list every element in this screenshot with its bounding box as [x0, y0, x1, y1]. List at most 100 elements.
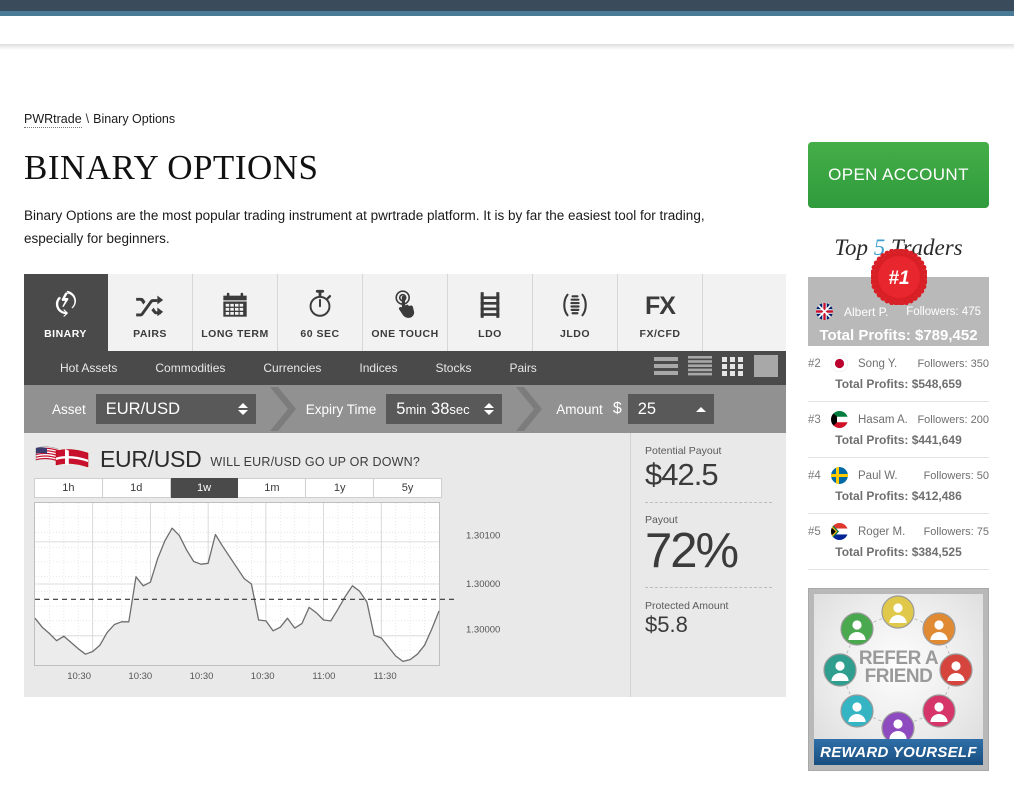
step-arrow-separator-2	[514, 385, 544, 433]
subnav-item-commodities[interactable]: Commodities	[155, 361, 225, 375]
tab-binary-label: BINARY	[44, 328, 87, 341]
header-shadow	[0, 44, 1014, 50]
trader-name-2: Song Y.	[858, 357, 898, 370]
subnav-item-stocks[interactable]: Stocks	[435, 361, 471, 375]
svg-text:1.30000: 1.30000	[466, 625, 500, 636]
chevron-updown-icon	[224, 403, 248, 416]
tab-fx-cfd[interactable]: FX FX/CFD	[618, 274, 703, 352]
svg-text:1.30100: 1.30100	[466, 531, 500, 542]
svg-text:10:30: 10:30	[128, 671, 152, 682]
tab-jldo[interactable]: JLDO	[533, 274, 618, 352]
pair-flags	[34, 445, 96, 471]
subnav-item-pairs[interactable]: Pairs	[509, 361, 536, 375]
range-1w[interactable]: 1w	[170, 478, 239, 499]
open-account-button[interactable]: OPEN ACCOUNT	[808, 142, 989, 208]
single-view-icon[interactable]	[754, 354, 778, 382]
us-flag-icon	[35, 446, 59, 462]
amount-control-group: Amount $ 25	[556, 394, 714, 425]
top-trader-name: Albert P.	[844, 304, 889, 319]
subnav-item-hot-assets[interactable]: Hot Assets	[60, 361, 117, 375]
trader-name-3: Hasam A.	[858, 413, 908, 426]
refer-banner-line2: FRIEND	[864, 666, 933, 688]
subnav-item-currencies[interactable]: Currencies	[263, 361, 321, 375]
tab-ldo[interactable]: LDO	[448, 274, 533, 352]
asset-select[interactable]: EUR/USD	[95, 394, 256, 425]
trader-rank-5: #5	[808, 525, 821, 538]
payout-divider-2	[645, 586, 772, 588]
payout-pct-value: 72%	[645, 524, 739, 579]
price-chart[interactable]: 1.30100 1.30000 1.30000 10:30 10:30 10:30 10:…	[34, 502, 630, 687]
trader-followers-5: Followers: 75	[923, 525, 989, 538]
kuwait-flag-icon	[831, 411, 848, 428]
list-large-view-icon[interactable]	[654, 356, 678, 381]
top-accent-bar-dark	[0, 0, 1014, 11]
range-1h[interactable]: 1h	[34, 478, 103, 499]
svg-text:10:30: 10:30	[67, 671, 91, 682]
sweden-flag-icon	[831, 467, 848, 484]
top-trader-followers: Followers: 475	[906, 305, 981, 318]
tab-one-touch[interactable]: ONE TOUCH	[363, 274, 448, 352]
list-compact-view-icon[interactable]	[688, 355, 712, 381]
view-mode-switcher	[654, 354, 786, 382]
amount-stepper[interactable]: 25	[627, 394, 714, 425]
trader-followers-3: Followers: 200	[917, 413, 989, 426]
subnav-item-indices[interactable]: Indices	[359, 361, 397, 375]
tab-long-term[interactable]: LONG TERM	[193, 274, 278, 352]
tab-ldo-label: LDO	[478, 328, 502, 341]
trader-profit-3: Total Profits: $441,649	[835, 433, 962, 447]
range-1m[interactable]: 1m	[238, 478, 307, 499]
trade-controls-bar: Asset EUR/USD Expiry Time 5min 38sec Amo…	[24, 385, 786, 434]
trader-rank-4: #4	[808, 469, 821, 482]
calendar-icon	[221, 285, 249, 319]
sidebar: OPEN ACCOUNT Top 5 Traders #1 Albert P. …	[808, 142, 989, 771]
amount-label: Amount	[556, 401, 603, 417]
grid-view-icon[interactable]	[722, 356, 744, 381]
chart-column: EUR/USD WILL EUR/USD GO UP OR DOWN? 1h 1…	[24, 433, 630, 697]
trader-rank-2: #2	[808, 357, 821, 370]
protected-amount-label: Protected Amount	[645, 599, 729, 612]
svg-text:10:30: 10:30	[251, 671, 275, 682]
range-5y[interactable]: 5y	[374, 478, 442, 499]
asset-label: Asset	[52, 401, 86, 417]
breadcrumb-current: Binary Options	[93, 112, 176, 126]
ladder-icon	[477, 285, 503, 319]
tab-jldo-label: JLDO	[559, 328, 590, 341]
asset-control-group: Asset EUR/USD	[24, 394, 256, 425]
trader-profit-2: Total Profits: $548,659	[835, 377, 962, 391]
tab-60-sec[interactable]: 60 SEC	[278, 274, 363, 352]
svg-text:10:30: 10:30	[190, 671, 214, 682]
refer-a-friend-banner[interactable]: REFER A FRIEND REWARD YOURSELF	[808, 588, 989, 771]
tab-pairs[interactable]: PAIRS	[108, 274, 193, 352]
southafrica-flag-icon	[831, 523, 848, 540]
expiry-select[interactable]: 5min 38sec	[386, 394, 503, 425]
top-trader-card[interactable]: #1 Albert P. Followers: 475 Total Profit…	[808, 247, 989, 346]
trader-row-2[interactable]: #2 Song Y. Followers: 350 Total Profits:…	[808, 346, 989, 402]
site-header	[0, 16, 1014, 44]
breadcrumb-home-link[interactable]: PWRtrade	[24, 112, 82, 128]
potential-payout-value: $42.5	[645, 457, 719, 493]
trader-profit-4: Total Profits: $412,486	[835, 489, 962, 503]
tab-binary[interactable]: BINARY	[24, 274, 108, 352]
trader-row-5[interactable]: #5 Roger M. Followers: 75 Total Profits:…	[808, 514, 989, 570]
tab-60-sec-label: 60 SEC	[300, 328, 340, 341]
uk-flag-icon	[816, 303, 833, 320]
page-intro-text: Binary Options are the most popular trad…	[24, 208, 705, 247]
reward-yourself-strip: REWARD YOURSELF	[814, 739, 983, 765]
trader-row-4[interactable]: #4 Paul W. Followers: 50 Total Profits: …	[808, 458, 989, 514]
product-tab-strip: BINARY PAIRS LONG TERM 60 SEC ONE TOUCH …	[24, 274, 786, 386]
amount-currency-symbol: $	[612, 400, 622, 418]
tab-fx-cfd-label: FX/CFD	[639, 328, 681, 341]
pair-name: EUR/USD	[100, 446, 202, 473]
open-account-label: OPEN ACCOUNT	[828, 165, 969, 184]
asset-select-value: EUR/USD	[105, 399, 181, 418]
payout-divider-1	[645, 502, 772, 504]
denmark-flag-icon	[55, 449, 89, 468]
range-1y[interactable]: 1y	[306, 478, 375, 499]
expiry-label: Expiry Time	[305, 401, 377, 417]
trader-row-3[interactable]: #3 Hasam A. Followers: 200 Total Profits…	[808, 402, 989, 458]
range-1d[interactable]: 1d	[102, 478, 171, 499]
pair-question: WILL EUR/USD GO UP OR DOWN?	[210, 455, 421, 470]
trader-name-4: Paul W.	[858, 469, 898, 482]
trading-widget: Asset EUR/USD Expiry Time 5min 38sec Amo…	[24, 385, 786, 698]
tap-hand-icon	[391, 285, 419, 319]
